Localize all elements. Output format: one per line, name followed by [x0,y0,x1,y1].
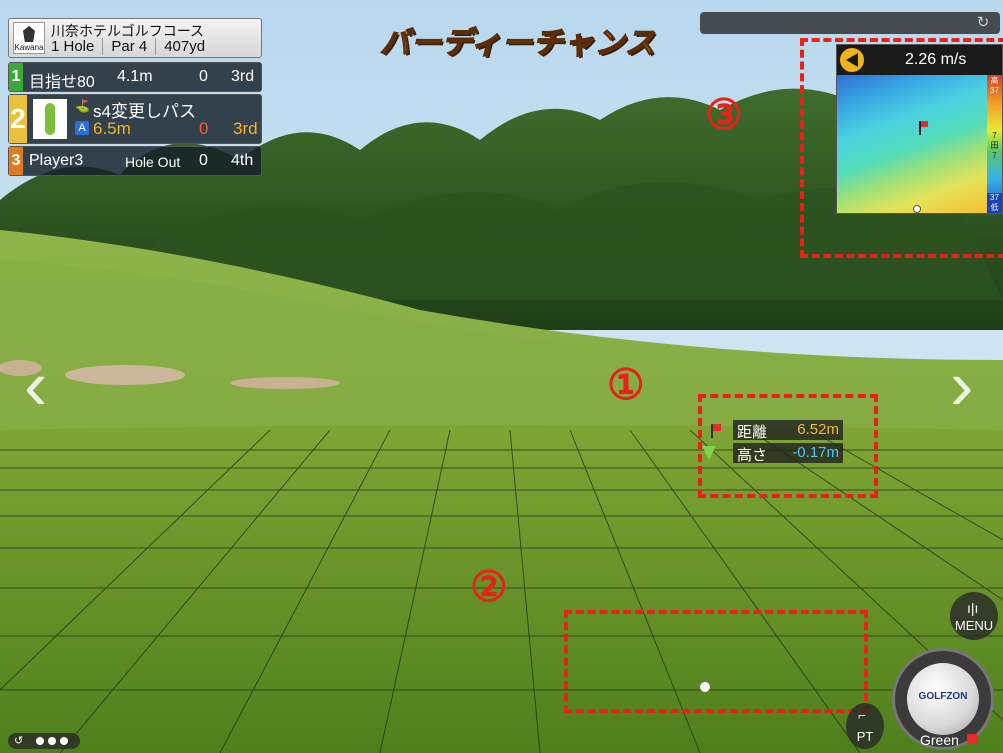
player-score: 0 [199,152,208,169]
menu-bars-icon: ı|ı [967,600,979,616]
page-dot [48,737,56,745]
player-status: Hole Out [125,154,181,170]
annotation-label-3: ③ [705,91,743,138]
hole-yardage: 407yd [155,38,213,55]
height-row: 高さ -0.17m [733,443,843,464]
pin-flag-icon [708,424,722,438]
annotation-label-2: ② [470,563,508,610]
menu-button[interactable]: ı|ı MENU [950,592,998,640]
player-score: 0 [199,68,208,85]
annotation-box-3 [800,38,1003,258]
golf-ball [700,682,710,692]
annotation-label-1: ① [607,361,645,408]
player-place: 3rd [233,119,258,138]
player-row-3: 3 Player3 Hole Out 0 4th [8,146,262,176]
player-row-1: 1 目指せ80 4.1m 0 3rd [8,62,262,92]
previous-view-button[interactable]: ‹ [24,350,64,420]
shot-banner: バーディーチャンス [379,26,656,61]
putter-icon: ⌐ [858,707,867,723]
course-info-card: Kawana 川奈ホテルゴルフコース 1 Hole Par 4 407yd [8,18,262,58]
menu-label: MENU [954,618,994,633]
ball-brand: GOLFZON [918,691,968,702]
course-logo-text: Kawana [14,43,44,52]
next-view-button[interactable]: › [950,350,990,420]
golfer-avatar [33,99,67,139]
player-name: Player3 [29,152,84,169]
annotation-box-2 [564,610,868,713]
player-place: 4th [231,152,254,169]
replay-control[interactable]: ↺ [8,733,80,749]
player-place: 3rd [231,68,255,85]
player-row-2: 2 ⛳ s4変更しパス A 6.5m 0 3rd [8,94,262,144]
lie-label: Green [920,732,959,748]
player-score: 0 [199,119,209,138]
page-dot [36,737,44,745]
player-distance: 4.1m [117,68,153,85]
height-value: -0.17m [792,444,839,461]
pin-info-box: 距離 6.52m 高さ -0.17m [733,420,843,464]
aim-badge: A [75,121,89,135]
pin-marker-icon [702,446,716,460]
castle-icon [23,26,35,42]
replay-icon: ↺ [14,735,24,747]
game-screen: Kawana 川奈ホテルゴルフコース 1 Hole Par 4 407yd 1 … [0,0,1003,753]
distance-label: 距離 [737,424,768,441]
player-distance: 6.5m [93,119,131,138]
club-icon: ⛳ [75,99,90,113]
distance-value: 6.52m [797,421,839,438]
player-rank: 1 [9,63,23,91]
refresh-icon[interactable]: ↻ [974,14,992,32]
course-logo: Kawana [13,22,45,54]
page-dot [60,737,68,745]
lie-flag-icon [967,734,977,744]
player-rank: 3 [9,147,23,175]
height-label: 高さ [737,447,768,464]
hole-par: Par 4 [102,38,155,55]
hole-info: 1 Hole Par 4 407yd [51,38,213,55]
distance-row: 距離 6.52m [733,420,843,441]
player-rank: 2 [9,95,27,143]
top-status-bar: ↻ [700,12,1000,34]
golf-ball-icon: GOLFZON [907,663,979,735]
hole-number: 1 Hole [51,38,95,55]
putter-button[interactable]: ⌐ PT [846,703,884,749]
putter-label: PT [856,729,874,744]
player-name: 目指せ80 [29,74,95,91]
